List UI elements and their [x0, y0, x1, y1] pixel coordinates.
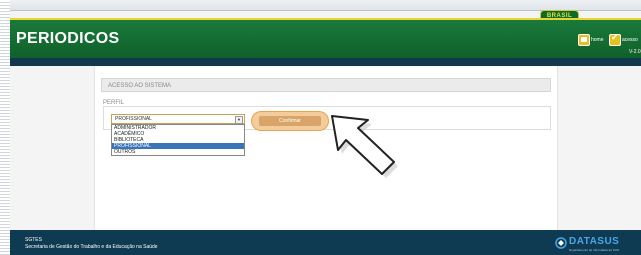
profile-select[interactable]: PROFISSIONAL ▼ — [111, 114, 245, 124]
header: PERIODICOS home acesso V-2.0 — [10, 18, 641, 60]
datasus-logo-icon — [555, 237, 567, 249]
version-label: V-2.0 — [629, 49, 641, 55]
access-icon[interactable] — [609, 33, 621, 46]
left-edge-stripes — [0, 0, 10, 255]
confirm-button-highlight[interactable]: Confirmar — [252, 112, 328, 130]
pointer-cursor-icon — [331, 115, 398, 178]
footer: SGTES Secretaria de Gestão do Trabalho e… — [10, 230, 641, 255]
chevron-down-icon[interactable]: ▼ — [235, 116, 243, 124]
footer-org-short: SGTES — [25, 237, 42, 243]
profile-dropdown-list: ADMINISTRADOR ACADÊMICO BIBLIOTECA PROFI… — [111, 124, 245, 156]
footer-org-full: Secretaria de Gestão do Trabalho e da Ed… — [25, 244, 158, 250]
page-title: PERIODICOS — [16, 30, 120, 47]
confirm-button[interactable]: Confirmar — [259, 116, 321, 126]
section-title: ACESSO AO SISTEMA — [101, 78, 551, 92]
home-icon[interactable] — [578, 34, 590, 46]
dropdown-option[interactable]: OUTROS — [112, 149, 244, 155]
datasus-logo: DATASUS — [569, 236, 620, 247]
header-subbar — [10, 58, 641, 66]
main-content: ACESSO AO SISTEMA PERFIL PROFISSIONAL ▼ … — [94, 66, 558, 230]
access-link[interactable]: acesso — [622, 37, 638, 43]
home-link[interactable]: home — [591, 37, 604, 43]
profile-select-value: PROFISSIONAL — [115, 116, 152, 122]
datasus-subtitle: Departamento de Informática do SUS — [569, 248, 620, 252]
